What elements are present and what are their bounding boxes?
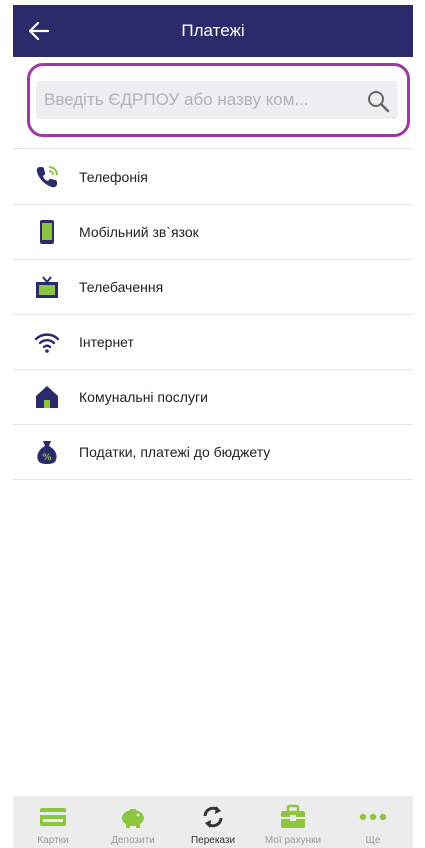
menu-item-label: Телефонія — [79, 169, 148, 185]
search-field[interactable] — [36, 81, 398, 119]
header-bar: Платежі — [13, 5, 413, 57]
tab-cards[interactable]: Картки — [13, 796, 93, 848]
menu-item-label: Мобільний зв`язок — [79, 224, 199, 240]
menu-item-label: Телебачення — [79, 279, 164, 295]
tab-label: Мої рахунки — [264, 835, 322, 846]
menu-item-label: Податки, платежі до бюджету — [79, 444, 271, 460]
briefcase-icon — [279, 804, 307, 830]
wifi-icon — [33, 328, 61, 356]
divider — [13, 148, 413, 149]
phone-icon — [33, 163, 61, 191]
menu-item-telephony[interactable]: Телефонія — [13, 150, 413, 205]
menu-item-mobile[interactable]: Мобільний зв`язок — [13, 205, 413, 260]
money-bag-icon: % — [33, 438, 61, 466]
menu-item-label: Комунальні послуги — [79, 389, 208, 405]
tab-label: Перекази — [190, 835, 236, 846]
arrow-left-icon — [29, 22, 49, 40]
tab-label: Ще — [365, 835, 381, 846]
menu-item-label: Інтернет — [79, 334, 134, 350]
menu-item-taxes[interactable]: % Податки, платежі до бюджету — [13, 425, 413, 480]
smartphone-icon — [33, 218, 61, 246]
more-icon — [358, 804, 388, 830]
transfer-icon — [200, 804, 226, 830]
tv-icon — [33, 273, 61, 301]
tab-more[interactable]: Ще — [333, 796, 413, 848]
search-highlight — [27, 63, 410, 137]
tab-my-accounts[interactable]: Мої рахунки — [253, 796, 333, 848]
payments-category-list: Телефонія Мобільний зв`язок Телебачення — [13, 150, 413, 480]
bottom-tab-bar: Картки Депозити Перекази Мої рахунки Ще — [13, 796, 413, 848]
search-input[interactable] — [42, 89, 364, 111]
tab-deposits[interactable]: Депозити — [93, 796, 173, 848]
page-title: Платежі — [181, 21, 245, 40]
card-icon — [38, 804, 68, 830]
tab-label: Картки — [37, 835, 69, 846]
tab-label: Депозити — [111, 835, 155, 846]
piggy-bank-icon — [118, 804, 148, 830]
menu-item-utilities[interactable]: Комунальні послуги — [13, 370, 413, 425]
house-icon — [33, 383, 61, 411]
svg-text:%: % — [42, 453, 51, 463]
search-icon[interactable] — [366, 89, 390, 113]
back-button[interactable] — [23, 15, 55, 47]
menu-item-tv[interactable]: Телебачення — [13, 260, 413, 315]
tab-transfers[interactable]: Перекази — [173, 796, 253, 848]
menu-item-internet[interactable]: Інтернет — [13, 315, 413, 370]
